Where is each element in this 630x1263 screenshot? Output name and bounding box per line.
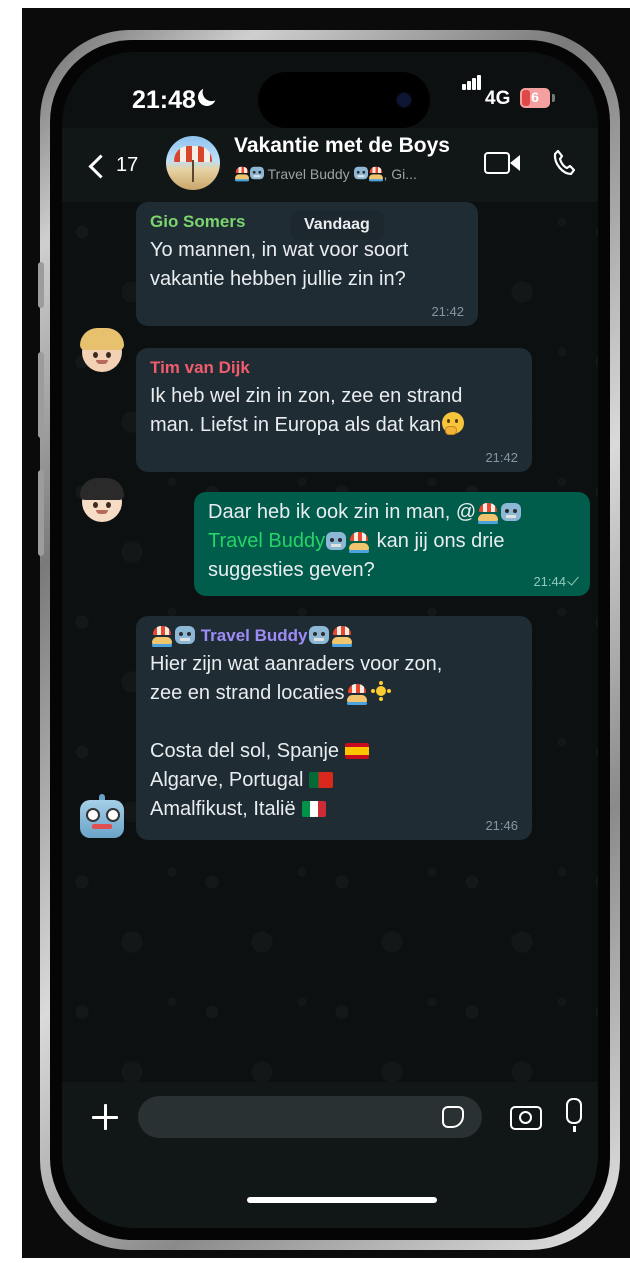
phone-call-icon[interactable] xyxy=(552,148,576,176)
chat-header: 17 Vakantie met de Boys Travel Buddy , G… xyxy=(62,128,598,202)
volume-down-button xyxy=(38,470,44,556)
message-text: Ik heb wel zin in zon, zee en strand man… xyxy=(150,382,465,440)
robot-emoji-icon xyxy=(326,532,347,550)
message-bubble-outgoing[interactable]: Daar heb ik ook zin in man, @ Travel Bud… xyxy=(194,492,590,596)
message-time: 21:42 xyxy=(485,450,518,465)
video-call-lens-icon[interactable] xyxy=(510,155,520,171)
island-emoji-icon xyxy=(477,503,499,521)
screenshot-stage: 21:48 4G 6 17 Vakantie met de Boys Trave… xyxy=(0,0,630,1263)
group-members[interactable]: Travel Buddy , Gi... xyxy=(234,164,474,182)
island-emoji-icon xyxy=(346,684,368,702)
avatar-tim[interactable] xyxy=(80,478,124,522)
sent-check-icon xyxy=(567,573,579,586)
phone-screen: 21:48 4G 6 17 Vakantie met de Boys Trave… xyxy=(62,52,598,1228)
destination-item: Costa del sol, Spanje xyxy=(150,740,340,762)
message-text: Daar heb ik ook zin in man, @ Travel Bud… xyxy=(208,498,522,585)
back-unread-count[interactable]: 17 xyxy=(116,154,138,177)
dynamic-island xyxy=(258,72,430,128)
message-time-value: 21:44 xyxy=(533,574,566,589)
portugal-flag-icon xyxy=(309,772,334,788)
group-name[interactable]: Vakantie met de Boys xyxy=(234,134,450,158)
composer-bar xyxy=(62,1082,598,1228)
sender-name: Tim van Dijk xyxy=(150,358,250,377)
battery-level: 6 xyxy=(531,89,539,105)
sender-name: Gio Somers xyxy=(150,212,246,231)
microphone-icon[interactable] xyxy=(566,1098,582,1132)
volume-up-button xyxy=(38,352,44,438)
mention-link[interactable]: Travel Buddy xyxy=(208,530,325,552)
robot-emoji-icon xyxy=(250,166,264,180)
message-time: 21:46 xyxy=(485,818,518,833)
island-emoji-icon xyxy=(151,626,173,644)
sender-line: Travel Buddy xyxy=(150,624,354,648)
home-indicator[interactable] xyxy=(247,1197,437,1203)
avatar-travel-buddy[interactable] xyxy=(80,794,124,838)
camera-icon[interactable] xyxy=(510,1106,542,1130)
message-line: kan jij ons drie xyxy=(371,530,505,552)
message-text: Hier zijn wat aanraders voor zon, zee en… xyxy=(150,650,442,824)
avatar-gio[interactable] xyxy=(80,328,124,372)
mute-switch xyxy=(38,262,44,308)
message-line: Hier zijn wat aanraders voor zon, xyxy=(150,653,443,675)
robot-emoji-icon xyxy=(175,626,195,644)
message-time: 21:44 xyxy=(533,573,579,590)
message-list[interactable]: Gio Somers Yo mannen, in wat voor soort … xyxy=(62,202,598,1082)
sun-emoji-icon xyxy=(370,680,392,702)
back-chevron-icon[interactable] xyxy=(88,154,113,179)
message-bubble[interactable]: Travel Buddy Hier zijn wat aanraders voo… xyxy=(136,616,532,840)
message-input[interactable] xyxy=(138,1096,482,1138)
group-avatar[interactable] xyxy=(166,136,220,190)
robot-emoji-icon xyxy=(501,503,522,521)
message-line: man. Liefst in Europa als dat kan xyxy=(150,414,442,436)
message-line: Ik heb wel zin in zon, zee en strand xyxy=(150,385,463,407)
destination-item: Amalfikust, Italië xyxy=(150,798,296,820)
italy-flag-icon xyxy=(301,801,326,817)
island-emoji-icon xyxy=(331,626,353,644)
plus-icon[interactable] xyxy=(92,1104,118,1130)
date-chip: Vandaag xyxy=(290,210,384,240)
thinking-emoji-icon xyxy=(442,412,465,435)
destination-item: Algarve, Portugal xyxy=(150,769,304,791)
message-text: Yo mannen, in wat voor soort vakantie he… xyxy=(150,236,408,294)
moon-icon xyxy=(195,85,218,108)
spain-flag-icon xyxy=(345,743,370,759)
robot-emoji-icon xyxy=(353,166,368,180)
island-emoji-icon xyxy=(368,166,383,180)
sender-name: Travel Buddy xyxy=(200,626,308,645)
message-time: 21:42 xyxy=(431,304,464,319)
network-type: 4G xyxy=(485,88,511,109)
message-line: Daar heb ik ook zin in man, @ xyxy=(208,501,477,523)
members-name: Travel Buddy xyxy=(267,166,350,182)
video-call-icon[interactable] xyxy=(484,152,510,174)
message-line: zee en strand locaties xyxy=(150,682,345,704)
message-line: Yo mannen, in wat voor soort xyxy=(150,239,409,261)
robot-emoji-icon xyxy=(308,626,329,644)
battery-tip xyxy=(552,94,555,102)
message-line: vakantie hebben jullie zin in? xyxy=(150,268,406,290)
front-camera xyxy=(398,94,410,106)
message-line: suggesties geven? xyxy=(208,559,375,581)
island-emoji-icon xyxy=(348,532,370,550)
message-bubble[interactable]: Tim van Dijk Ik heb wel zin in zon, zee … xyxy=(136,348,532,472)
island-emoji-icon xyxy=(234,166,249,180)
battery-icon: 6 xyxy=(520,88,550,108)
members-suffix: , Gi... xyxy=(383,166,417,182)
status-time: 21:48 xyxy=(132,86,196,114)
